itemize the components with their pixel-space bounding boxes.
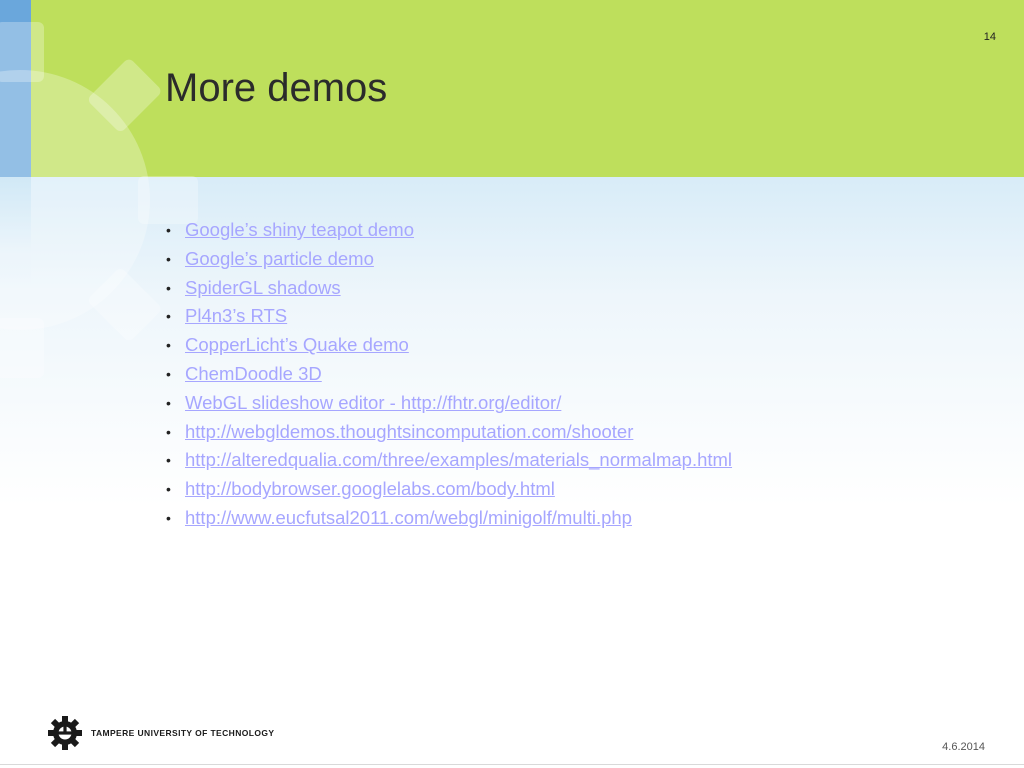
bullet: • [166, 452, 171, 469]
demo-link[interactable]: http://webgldemos.thoughtsincomputation.… [185, 421, 633, 442]
demo-link[interactable]: Google’s shiny teapot demo [185, 219, 414, 240]
demo-link[interactable]: Google’s particle demo [185, 248, 374, 269]
bottom-divider [0, 764, 1024, 765]
bullet: • [166, 423, 171, 440]
list-item: • Pl4n3’s RTS [166, 302, 732, 331]
bullet: • [166, 481, 171, 498]
list-item: • ChemDoodle 3D [166, 360, 732, 389]
list-item: • CopperLicht’s Quake demo [166, 331, 732, 360]
bullet: • [166, 365, 171, 382]
demo-link-list: • Google’s shiny teapot demo • Google’s pa… [166, 216, 732, 533]
list-item: • WebGL slideshow editor - http://fhtr.or… [166, 389, 732, 418]
slide-title: More demos [165, 66, 388, 110]
bullet: • [166, 394, 171, 411]
list-item: • Google’s shiny teapot demo [166, 216, 732, 245]
tut-gear-logo-icon [48, 716, 82, 750]
slide: 14 More demos • Google’s shiny teapot dem… [0, 0, 1024, 768]
bullet: • [166, 250, 171, 267]
list-item: • Google’s particle demo [166, 245, 732, 274]
list-item: • http://www.eucfutsal2011.com/webgl/mini… [166, 504, 732, 533]
demo-link[interactable]: http://www.eucfutsal2011.com/webgl/minig… [185, 507, 632, 528]
demo-link[interactable]: http://alteredqualia.com/three/examples/… [185, 449, 732, 470]
university-name: TAMPERE UNIVERSITY OF TECHNOLOGY [91, 728, 275, 738]
list-item: • http://bodybrowser.googlelabs.com/body.… [166, 475, 732, 504]
university-logo: TAMPERE UNIVERSITY OF TECHNOLOGY [48, 716, 274, 750]
slide-date: 4.6.2014 [942, 741, 985, 753]
list-item: • http://alteredqualia.com/three/examples… [166, 446, 732, 475]
list-item: • http://webgldemos.thoughtsincomputation… [166, 418, 732, 447]
bullet: • [166, 308, 171, 325]
demo-link[interactable]: Pl4n3’s RTS [185, 305, 287, 326]
bullet: • [166, 337, 171, 354]
page-number: 14 [983, 31, 996, 43]
demo-link[interactable]: http://bodybrowser.googlelabs.com/body.h… [185, 478, 555, 499]
bullet: • [166, 222, 171, 238]
bullet: • [166, 509, 171, 526]
demo-link[interactable]: ChemDoodle 3D [185, 363, 322, 384]
bullet: • [166, 279, 171, 296]
demo-link[interactable]: WebGL slideshow editor - http://fhtr.org… [185, 392, 561, 413]
demo-link[interactable]: SpiderGL shadows [185, 277, 341, 298]
list-item: • SpiderGL shadows [166, 274, 732, 303]
demo-link[interactable]: CopperLicht’s Quake demo [185, 334, 409, 355]
